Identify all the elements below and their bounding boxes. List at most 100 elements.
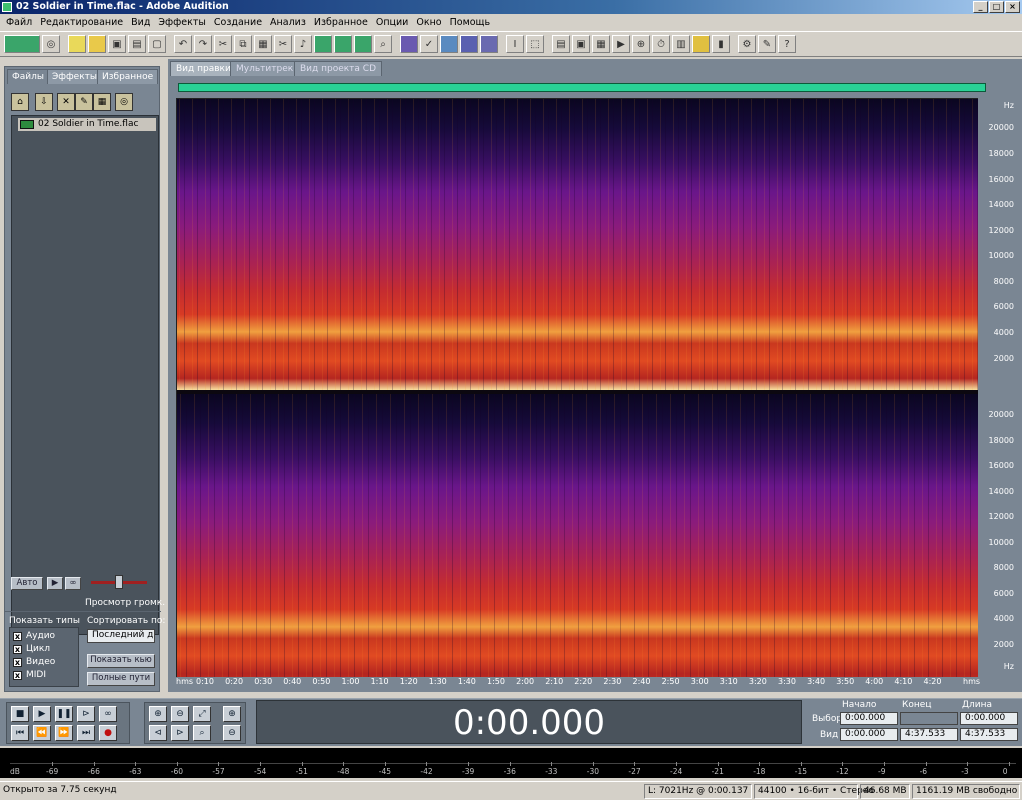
tab-effects[interactable]: Эффекты	[47, 69, 102, 84]
save-as-icon[interactable]: ▤	[128, 35, 146, 53]
close-file-icon[interactable]: ▢	[148, 35, 166, 53]
right-channel-spectrogram[interactable]	[177, 394, 989, 685]
menu-effects[interactable]: Эффекты	[154, 17, 210, 28]
full-paths-button[interactable]: Полные пути	[87, 672, 155, 686]
menu-edit[interactable]: Редактирование	[36, 17, 127, 28]
type-loop-checkbox[interactable]: x	[13, 645, 22, 654]
menu-help[interactable]: Помощь	[446, 17, 494, 28]
tab-files[interactable]: Файлы	[7, 69, 49, 84]
insert-multitrack-icon[interactable]: ▦	[93, 93, 111, 111]
redo-icon[interactable]: ↷	[194, 35, 212, 53]
edit-file-icon[interactable]: ✎	[75, 93, 93, 111]
spectral-display[interactable]	[176, 98, 989, 688]
play-to-end-icon[interactable]: ⊳	[77, 706, 95, 722]
time-format-icon[interactable]: ⏱	[652, 35, 670, 53]
cut-tool-icon[interactable]: ✂	[214, 35, 232, 53]
volume-slider-handle[interactable]	[115, 575, 123, 589]
close-button[interactable]: ×	[1005, 1, 1020, 13]
checkmark-view-icon[interactable]: ✓	[420, 35, 438, 53]
menu-window[interactable]: Окно	[412, 17, 445, 28]
open-file-icon[interactable]	[88, 35, 106, 53]
mic-icon[interactable]: ♪	[294, 35, 312, 53]
view-start-field[interactable]: 0:00.000	[840, 728, 898, 741]
maximize-button[interactable]: □	[989, 1, 1004, 13]
help-icon[interactable]: ?	[778, 35, 796, 53]
zoom-select-icon[interactable]: ⊕	[632, 35, 650, 53]
find-icon[interactable]: ⌕	[374, 35, 392, 53]
menu-file[interactable]: Файл	[2, 17, 36, 28]
zoom-right-icon[interactable]: ⊳	[171, 725, 189, 741]
meter-icon[interactable]: ▮	[712, 35, 730, 53]
file-list-item[interactable]: 02 Soldier in Time.flac	[18, 118, 156, 131]
paste-icon[interactable]: ▦	[254, 35, 272, 53]
trim-icon[interactable]	[314, 35, 332, 53]
spectral-view-icon[interactable]	[400, 35, 418, 53]
view-length-field[interactable]: 4:37.533	[960, 728, 1018, 741]
video-icon[interactable]: ▣	[572, 35, 590, 53]
menu-view[interactable]: Вид	[127, 17, 154, 28]
play-icon[interactable]: ▶	[33, 706, 51, 722]
tab-favorites[interactable]: Избранное	[97, 69, 159, 84]
spectral-pan-icon[interactable]	[460, 35, 478, 53]
tab-multitrack[interactable]: Мультитрек	[230, 61, 300, 76]
minimize-button[interactable]: _	[973, 1, 988, 13]
cue-list-icon[interactable]: ▤	[552, 35, 570, 53]
fast-forward-icon[interactable]: ⏩	[55, 725, 73, 741]
mix-paste-icon[interactable]	[334, 35, 352, 53]
go-to-start-icon[interactable]: ⏮	[11, 725, 29, 741]
zoom-left-icon[interactable]: ⊲	[149, 725, 167, 741]
zoom-out-vertical-icon[interactable]: ⊖	[223, 725, 241, 741]
tab-edit-view[interactable]: Вид правки	[170, 61, 237, 76]
edit-view-toggle-icon[interactable]	[4, 35, 40, 53]
play-list-icon[interactable]: ▶	[612, 35, 630, 53]
zoom-in-icon[interactable]: ⊕	[149, 706, 167, 722]
zoom-selection-icon[interactable]: ⌕	[193, 725, 211, 741]
show-cue-button[interactable]: Показать кью	[87, 654, 155, 668]
loop-preview-button[interactable]: ∞	[65, 577, 81, 590]
undo-icon[interactable]: ↶	[174, 35, 192, 53]
new-file-icon[interactable]	[68, 35, 86, 53]
menu-analyze[interactable]: Анализ	[266, 17, 310, 28]
loop-icon[interactable]: ∞	[99, 706, 117, 722]
menu-favorites[interactable]: Избранное	[310, 17, 372, 28]
marquee-tool-icon[interactable]: ⬚	[526, 35, 544, 53]
zoom-in-vertical-icon[interactable]: ⊕	[223, 706, 241, 722]
save-icon[interactable]: ▣	[108, 35, 126, 53]
selection-length-field[interactable]: 0:00.000	[960, 712, 1018, 725]
grid-icon[interactable]: ▥	[672, 35, 690, 53]
tab-cd-project[interactable]: Вид проекта CD	[294, 61, 383, 76]
type-audio-checkbox[interactable]: x	[13, 632, 22, 641]
menu-generate[interactable]: Создание	[210, 17, 266, 28]
record-icon[interactable]: ●	[99, 725, 117, 741]
zoom-wave-icon[interactable]	[354, 35, 372, 53]
menu-options[interactable]: Опции	[372, 17, 413, 28]
sort-by-select[interactable]: Последний д	[87, 629, 155, 643]
notes-icon[interactable]: ✎	[758, 35, 776, 53]
rewind-icon[interactable]: ⏪	[33, 725, 51, 741]
play-preview-button[interactable]: ▶	[47, 577, 63, 590]
frame-icon[interactable]: ▦	[592, 35, 610, 53]
cd-icon[interactable]: ◎	[42, 35, 60, 53]
selection-start-field[interactable]: 0:00.000	[840, 712, 898, 725]
insert-cd-icon[interactable]: ◎	[115, 93, 133, 111]
overview-range-bar[interactable]	[178, 83, 986, 92]
spectral-phase-icon[interactable]	[480, 35, 498, 53]
color-palette-icon[interactable]	[692, 35, 710, 53]
left-channel-spectrogram[interactable]	[177, 99, 989, 390]
stop-icon[interactable]: ■	[11, 706, 29, 722]
scissors-icon[interactable]: ✂	[274, 35, 292, 53]
zoom-full-icon[interactable]: ⤢	[193, 706, 211, 722]
type-midi-checkbox[interactable]: x	[13, 671, 22, 680]
pause-icon[interactable]: ❚❚	[55, 706, 73, 722]
close-file-icon[interactable]: ✕	[57, 93, 75, 111]
auto-play-button[interactable]: Авто	[11, 577, 43, 590]
import-icon[interactable]: ⇩	[35, 93, 53, 111]
type-video-checkbox[interactable]: x	[13, 658, 22, 667]
copy-icon[interactable]: ⧉	[234, 35, 252, 53]
view-end-field[interactable]: 4:37.533	[900, 728, 958, 741]
settings-icon[interactable]: ⚙	[738, 35, 756, 53]
go-to-end-icon[interactable]: ⏭	[77, 725, 95, 741]
open-file-icon[interactable]: ⌂	[11, 93, 29, 111]
time-selection-tool-icon[interactable]: I	[506, 35, 524, 53]
zoom-out-icon[interactable]: ⊖	[171, 706, 189, 722]
